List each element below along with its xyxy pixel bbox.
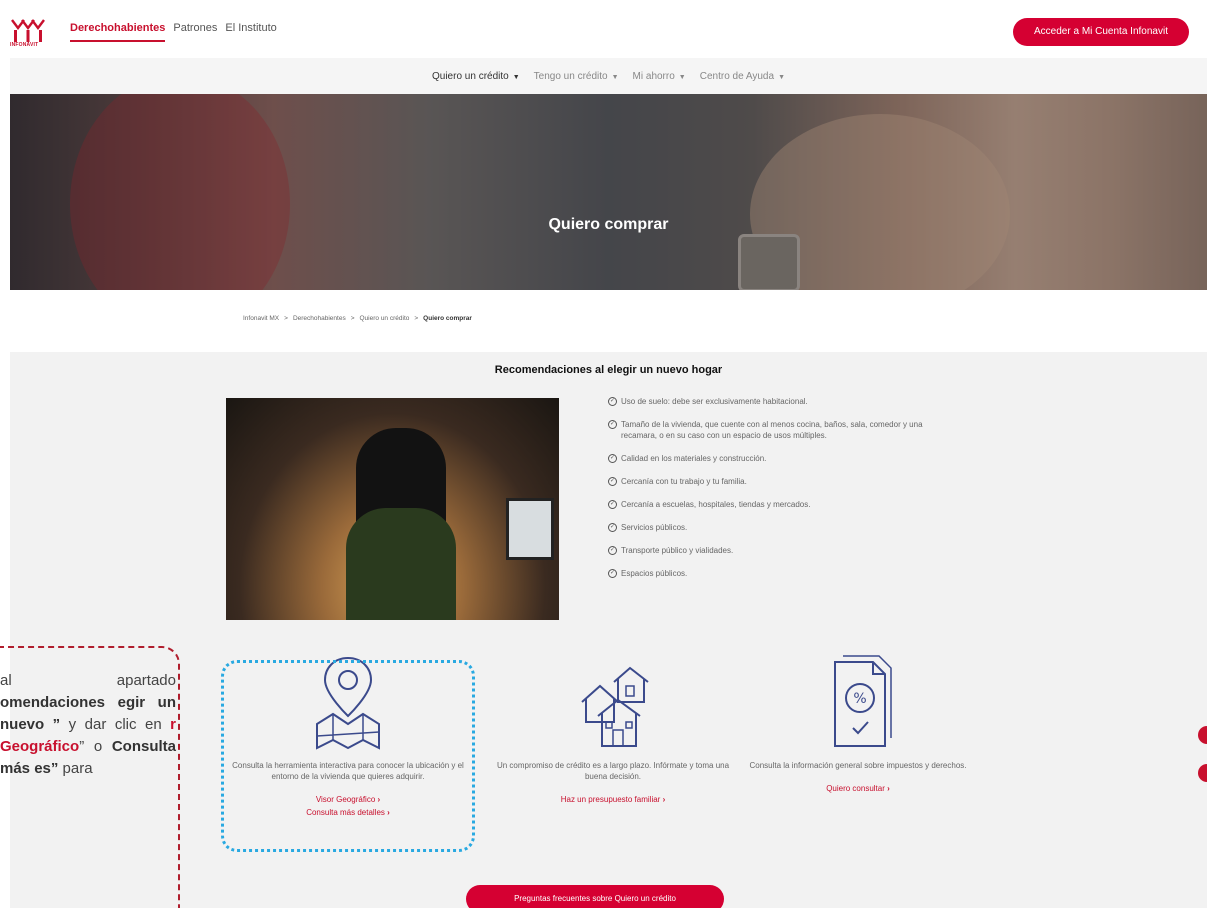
key-image: [738, 234, 800, 290]
chevron-right-icon: ›: [887, 784, 890, 793]
tab-derechohabientes[interactable]: Derechohabientes: [70, 22, 166, 42]
recommendations-section: Recomendaciones al elegir un nuevo hogar…: [10, 352, 1207, 908]
check-circle-icon: ✓: [608, 454, 617, 463]
card-description: Un compromiso de crédito es a largo plaz…: [496, 761, 730, 781]
list-item: ✓ Espacios públicos.: [608, 569, 688, 578]
infonavit-logo-icon[interactable]: [10, 16, 46, 44]
card-impuestos: % Consulta la información general sobre …: [733, 652, 983, 794]
callout-text: al apartado omendaciones egir un nuevo ”…: [0, 672, 176, 777]
breadcrumb-separator-icon: >: [284, 315, 288, 322]
top-tabs: Derechohabientes Patrones El Instituto: [70, 22, 277, 42]
faq-button[interactable]: Preguntas frecuentes sobre Quiero un cré…: [466, 885, 724, 908]
list-item: ✓ Uso de suelo: debe ser exclusivamente h…: [608, 397, 808, 406]
logo-text: INFONAVIT: [10, 42, 39, 48]
caret-down-icon: ▼: [678, 73, 686, 81]
breadcrumb-item[interactable]: Derechohabientes: [293, 315, 346, 322]
recommendations-list: ✓ Uso de suelo: debe ser exclusivamente h…: [608, 396, 958, 591]
breadcrumb-item[interactable]: Infonavit MX: [243, 315, 279, 322]
quiero-consultar-link[interactable]: Quiero consultar ›: [733, 783, 983, 794]
list-item: ✓ Calidad en los materiales y construcció…: [608, 454, 767, 463]
list-item: ✓ Tamaño de la vivienda, que cuente con a…: [608, 420, 923, 440]
subnav-item-tengo-un-credito[interactable]: Tengo un crédito ▼: [534, 71, 619, 82]
caret-down-icon: ▼: [778, 73, 785, 81]
breadcrumb: Infonavit MX > Derechohabientes > Quiero…: [243, 315, 472, 322]
section-title: Recomendaciones al elegir un nuevo hogar: [494, 364, 723, 376]
hero-overlay: [10, 94, 1207, 290]
photo-part: [346, 508, 456, 620]
breadcrumb-item[interactable]: Quiero un crédito: [360, 315, 410, 322]
list-item: ✓ Cercanía con tu trabajo y tu familia.: [608, 477, 747, 486]
family-computer-photo: [226, 398, 559, 620]
top-header: INFONAVIT Derechohabientes Patrones El I…: [0, 0, 1207, 58]
photo-part: [506, 498, 554, 560]
check-circle-icon: ✓: [608, 420, 617, 429]
hero-banner: Quiero comprar: [10, 94, 1207, 290]
check-circle-icon: ✓: [608, 500, 617, 509]
subnav-item-centro-de-ayuda[interactable]: Centro de Ayuda ▼: [700, 71, 785, 82]
highlight-dotted-box: [221, 660, 475, 852]
subnav-item-quiero-un-credito[interactable]: Quiero un crédito ▼: [432, 71, 520, 82]
sub-navigation: Quiero un crédito ▼ Tengo un crédito ▼ Mi …: [10, 58, 1207, 94]
breadcrumb-current: Quiero comprar: [423, 315, 472, 322]
breadcrumb-separator-icon: >: [414, 315, 419, 322]
houses-icon: [581, 666, 649, 747]
tax-document-icon: %: [834, 655, 892, 747]
list-item: ✓ Cercanía a escuelas, hospitales, tienda…: [608, 500, 811, 509]
breadcrumb-separator-icon: >: [350, 315, 355, 322]
check-circle-icon: ✓: [608, 546, 617, 555]
check-circle-icon: ✓: [608, 523, 617, 532]
tab-el-instituto[interactable]: El Instituto: [225, 22, 276, 42]
list-item: ✓ Servicios públicos.: [608, 523, 688, 532]
presupuesto-familiar-link[interactable]: Haz un presupuesto familiar ›: [488, 794, 738, 805]
card-presupuesto: Un compromiso de crédito es a largo plaz…: [488, 652, 738, 805]
page-title: Quiero comprar: [548, 216, 669, 233]
chevron-right-icon: ›: [662, 795, 666, 804]
svg-text:%: %: [853, 691, 866, 707]
check-circle-icon: ✓: [608, 477, 617, 486]
caret-down-icon: ▼: [512, 73, 520, 81]
caret-down-icon: ▼: [611, 73, 619, 81]
account-login-button[interactable]: Acceder a Mi Cuenta Infonavit: [1013, 18, 1189, 46]
subnav-item-mi-ahorro[interactable]: Mi ahorro ▼: [633, 71, 686, 82]
tab-patrones[interactable]: Patrones: [173, 22, 217, 42]
check-circle-icon: ✓: [608, 569, 617, 578]
card-description: Consulta la información general sobre im…: [749, 761, 967, 770]
check-circle-icon: ✓: [608, 397, 617, 406]
list-item: ✓ Transporte público y vialidades.: [608, 546, 734, 555]
